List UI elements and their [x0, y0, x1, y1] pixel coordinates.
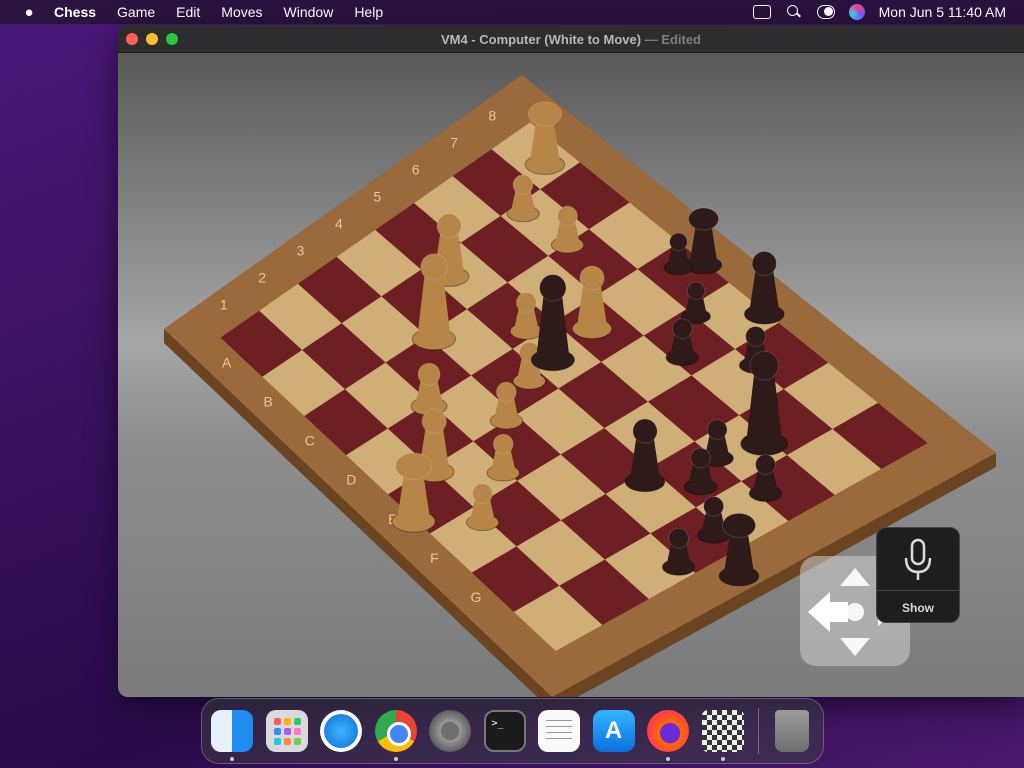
dock-terminal-icon[interactable]: >_ — [483, 710, 526, 752]
control-center-icon[interactable] — [816, 5, 835, 19]
dock-textedit-icon[interactable] — [538, 710, 580, 752]
rank-label: 4 — [335, 216, 343, 232]
launchpad-tile — [273, 738, 281, 745]
dock-launchpad-icon[interactable] — [265, 710, 308, 752]
file-label: F — [430, 550, 439, 566]
launchpad-tile — [273, 718, 281, 725]
siri-icon[interactable] — [848, 4, 865, 20]
screen-mirroring-icon[interactable] — [752, 5, 771, 19]
window-title-main: VM4 - Computer (White to Move) — [441, 32, 642, 47]
file-label: D — [346, 472, 356, 488]
file-label: A — [222, 354, 232, 370]
rank-label: 7 — [450, 135, 458, 151]
menu-moves[interactable]: Moves — [221, 4, 262, 20]
dock-safari-icon[interactable] — [320, 710, 362, 752]
menu-edit[interactable]: Edit — [176, 4, 200, 20]
file-label: C — [305, 433, 315, 449]
menu-bar: ● Chess Game Edit Moves Window Help Mon … — [0, 0, 1024, 24]
running-indicator — [230, 757, 234, 761]
apple-logo-icon[interactable]: ● — [18, 4, 40, 21]
rank-label: 8 — [488, 108, 496, 124]
dock-app-store-icon[interactable]: A — [592, 710, 635, 752]
voice-control-panel[interactable]: Show — [876, 527, 960, 623]
file-label: B — [264, 393, 273, 409]
menu-help[interactable]: Help — [354, 4, 383, 20]
voice-show-label[interactable]: Show — [877, 590, 959, 615]
rank-label: 3 — [297, 242, 305, 258]
launchpad-tile — [283, 718, 291, 725]
dock-system-settings-icon[interactable] — [429, 710, 471, 752]
launchpad-tile — [283, 728, 291, 735]
rank-label: 6 — [412, 162, 420, 178]
dock-finder-icon[interactable] — [211, 710, 253, 761]
menu-game[interactable]: Game — [117, 4, 155, 20]
window-title-edited: — Edited — [641, 32, 701, 47]
menu-chess[interactable]: Chess — [54, 4, 96, 20]
launchpad-tile — [283, 738, 291, 745]
running-indicator — [720, 757, 725, 761]
spotlight-search-icon[interactable] — [785, 5, 803, 19]
rank-label: 5 — [373, 189, 381, 205]
dock-chrome-icon[interactable] — [374, 710, 417, 761]
rank-label: 1 — [220, 296, 228, 312]
dock-trash-icon[interactable] — [775, 710, 809, 752]
window-title: VM4 - Computer (White to Move) — Edited — [118, 32, 1024, 47]
menu-clock[interactable]: Mon Jun 5 11:40 AM — [879, 4, 1006, 20]
dock: >_ A — [201, 698, 824, 764]
rank-label: 2 — [258, 269, 266, 285]
dock-firefox-icon[interactable] — [647, 710, 689, 761]
dock-separator — [758, 708, 759, 754]
launchpad-tile — [293, 728, 301, 735]
window-titlebar[interactable]: VM4 - Computer (White to Move) — Edited — [118, 25, 1024, 53]
launchpad-tile — [293, 738, 301, 745]
launchpad-tile — [293, 718, 301, 725]
running-indicator — [393, 757, 398, 761]
terminal-glyph: >_ — [491, 718, 504, 729]
app-store-glyph: A — [604, 717, 623, 744]
file-label: G — [470, 589, 481, 605]
launchpad-tile — [273, 728, 281, 735]
microphone-icon[interactable] — [903, 538, 933, 584]
dock-chess-icon[interactable] — [701, 710, 744, 761]
running-indicator — [666, 757, 670, 761]
menu-window[interactable]: Window — [284, 4, 334, 20]
